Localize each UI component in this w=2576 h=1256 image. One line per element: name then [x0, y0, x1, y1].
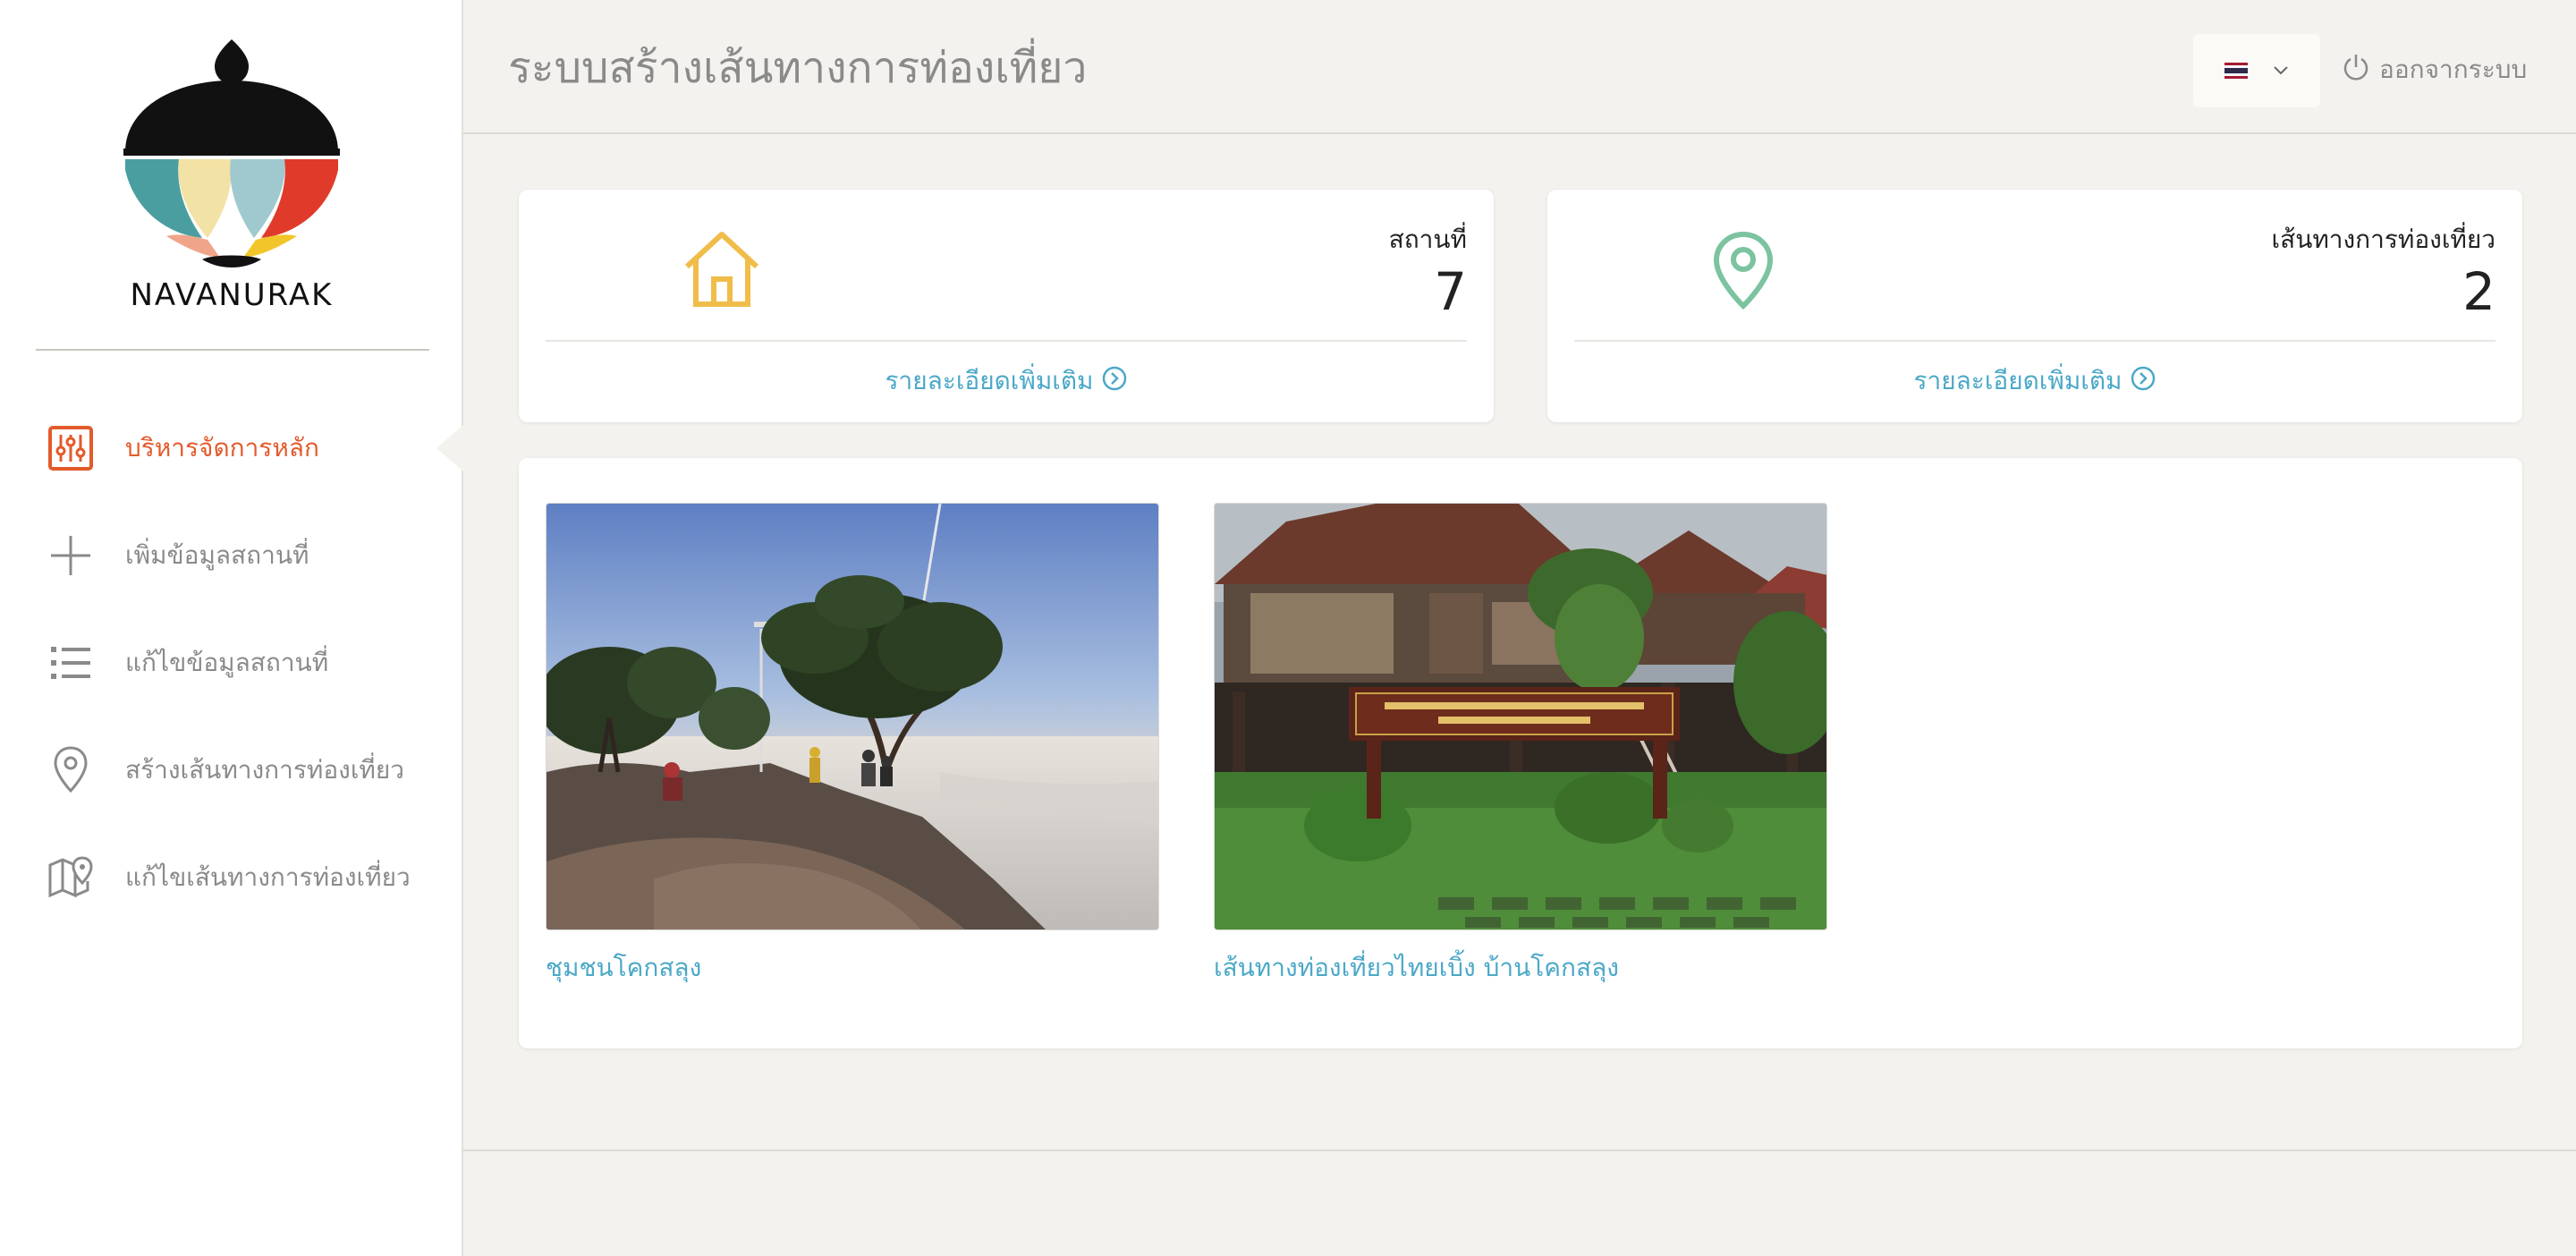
- sidebar-item-create-route[interactable]: สร้างเส้นทางการท่องเที่ยว: [47, 739, 440, 802]
- map-pin-icon: [47, 746, 95, 794]
- map-pin-icon: [1712, 231, 1792, 311]
- power-icon: [2342, 53, 2370, 88]
- routes-stat-label: เส้นทางการท่องเที่ยว: [2271, 225, 2496, 254]
- route-image[interactable]: [546, 503, 1159, 930]
- route-title[interactable]: ชุมชนโคกสลุง: [546, 948, 1159, 988]
- routes-stat-value: 2: [2462, 261, 2496, 322]
- home-icon: [682, 229, 762, 310]
- route-card[interactable]: ชุมชนโคกสลุง: [546, 503, 1159, 988]
- places-stat-label: สถานที่: [1388, 225, 1467, 254]
- logout-label: ออกจากระบบ: [2379, 55, 2528, 84]
- logo-text: NAVANURAK: [130, 277, 334, 313]
- sliders-icon: [47, 424, 95, 472]
- thai-flag-icon: [2224, 63, 2248, 79]
- places-stat-value: 7: [1434, 261, 1467, 322]
- places-more-details-link[interactable]: รายละเอียดเพิ่มเติม: [519, 361, 1494, 401]
- sidebar-item-label: บริหารจัดการหลัก: [125, 433, 319, 463]
- more-details-label: รายละเอียดเพิ่มเติม: [1913, 366, 2123, 395]
- logo-emblem-icon: [123, 39, 340, 267]
- plus-icon: [47, 531, 95, 580]
- footer-divider: [463, 1150, 2576, 1151]
- sidebar-item-label: แก้ไขข้อมูลสถานที่: [125, 648, 329, 677]
- active-indicator: [436, 425, 463, 471]
- sidebar-item-add-place[interactable]: เพิ่มข้อมูลสถานที่: [47, 524, 440, 587]
- map-edit-icon: [47, 853, 95, 902]
- card-divider: [546, 340, 1467, 342]
- sidebar-divider: [36, 349, 429, 351]
- routes-stat-card: เส้นทางการท่องเที่ยว 2 รายละเอียดเพิ่มเต…: [1547, 190, 2522, 422]
- routes-panel: ชุมชนโคกสลุง เส้นทางท่องเที่ยวไทยเบิ้ง บ…: [519, 458, 2522, 1048]
- sidebar-item-main-management[interactable]: บริหารจัดการหลัก: [47, 417, 440, 479]
- more-details-label: รายละเอียดเพิ่มเติม: [885, 366, 1094, 395]
- chevron-circle-right-icon: [2130, 365, 2157, 398]
- route-title[interactable]: เส้นทางท่องเที่ยวไทยเบิ้ง บ้านโคกสลุง: [1214, 948, 1827, 988]
- sidebar-item-label: แก้ไขเส้นทางการท่องเที่ยว: [125, 862, 411, 892]
- list-icon: [47, 639, 95, 687]
- logout-button[interactable]: ออกจากระบบ: [2342, 50, 2527, 89]
- routes-more-details-link[interactable]: รายละเอียดเพิ่มเติม: [1547, 361, 2522, 401]
- route-card[interactable]: เส้นทางท่องเที่ยวไทยเบิ้ง บ้านโคกสลุง: [1214, 503, 1827, 988]
- sidebar-item-label: เพิ่มข้อมูลสถานที่: [125, 540, 309, 570]
- sidebar-item-edit-place[interactable]: แก้ไขข้อมูลสถานที่: [47, 632, 440, 694]
- sidebar-item-label: สร้างเส้นทางการท่องเที่ยว: [125, 755, 404, 785]
- sidebar: NAVANURAK บริหารจัดการหลัก เพิ่มข้อมูลสถ…: [0, 0, 463, 1256]
- language-select[interactable]: [2193, 34, 2320, 107]
- card-divider: [1574, 340, 2496, 342]
- chevron-circle-right-icon: [1101, 365, 1128, 398]
- top-header: ระบบสร้างเส้นทางการท่องเที่ยว ออกจากระบบ: [463, 0, 2576, 134]
- chevron-down-icon: [2273, 63, 2289, 80]
- route-image[interactable]: [1214, 503, 1827, 930]
- page-title: ระบบสร้างเส้นทางการท่องเที่ยว: [508, 43, 1088, 93]
- sidebar-item-edit-route[interactable]: แก้ไขเส้นทางการท่องเที่ยว: [47, 846, 440, 909]
- places-stat-card: สถานที่ 7 รายละเอียดเพิ่มเติม: [519, 190, 1494, 422]
